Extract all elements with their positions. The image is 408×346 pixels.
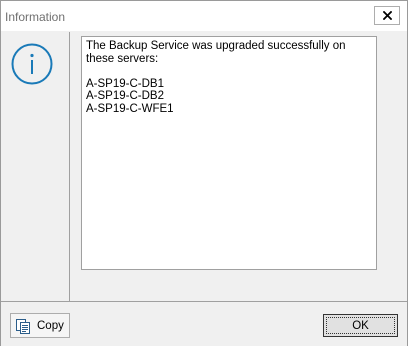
message-line: The Backup Service was upgraded successf… [86, 40, 346, 52]
dialog-window: Information The Backup Service was upgra… [0, 0, 408, 346]
copy-button[interactable]: Copy [10, 313, 70, 338]
message-line: these servers: [86, 52, 159, 65]
server-item: A-SP19-C-DB1 [86, 77, 164, 90]
copy-button-label: Copy [37, 319, 64, 332]
close-icon [382, 11, 392, 20]
button-bar: Copy OK [1, 301, 407, 346]
server-item: A-SP19-C-DB2 [86, 90, 164, 102]
icon-column [1, 32, 70, 301]
title-bar: Information [1, 1, 407, 31]
window-title: Information [5, 10, 66, 24]
info-icon [11, 43, 53, 85]
server-item: A-SP19-C-WFE1 [86, 102, 174, 115]
message-textbox[interactable]: The Backup Service was upgraded successf… [81, 36, 377, 270]
ok-button[interactable]: OK [323, 314, 398, 337]
copy-icon [16, 318, 30, 334]
dialog-content: The Backup Service was upgraded successf… [1, 32, 407, 301]
close-button[interactable] [374, 6, 400, 25]
ok-button-label: OK [352, 319, 369, 332]
